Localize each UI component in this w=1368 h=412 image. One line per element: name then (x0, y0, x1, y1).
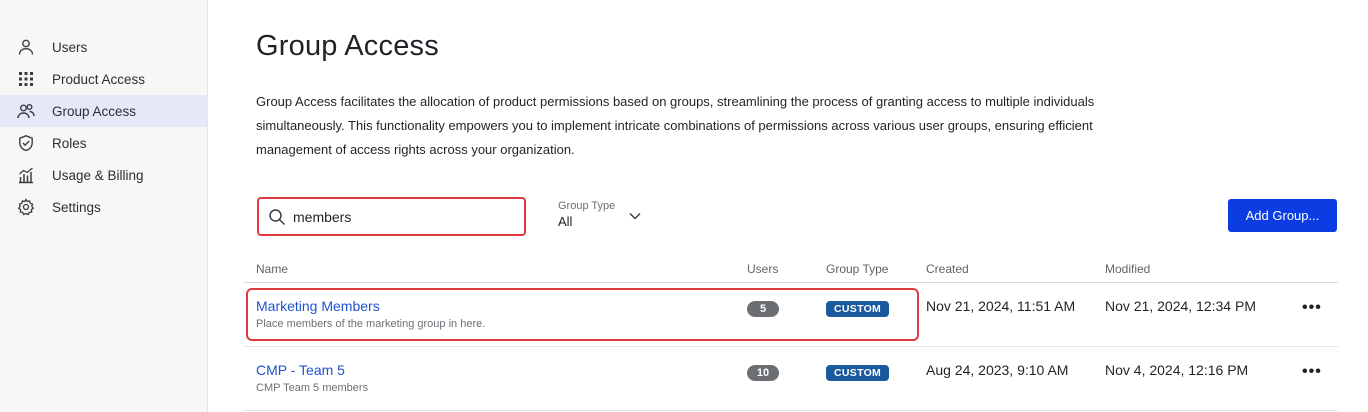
name-cell: CMP - Team 5 CMP Team 5 members (256, 362, 368, 394)
sidebar-item-label: Usage & Billing (52, 167, 144, 183)
sidebar-item-users[interactable]: Users (0, 31, 207, 63)
users-count-badge: 5 (747, 301, 779, 317)
created-date: Nov 21, 2024, 11:51 AM (926, 298, 1076, 314)
group-description: Place members of the marketing group in … (256, 318, 486, 330)
column-header-modified[interactable]: Modified (1105, 262, 1150, 276)
group-type-badge: CUSTOM (826, 301, 890, 317)
more-actions-button[interactable]: ••• (1302, 364, 1322, 380)
groups-table: Name Users Group Type Created Modified M… (244, 255, 1338, 411)
table-row[interactable]: CMP - Team 5 CMP Team 5 members 10 CUSTO… (244, 347, 1338, 411)
users-count-badge: 10 (747, 365, 779, 381)
main-content: Group Access Group Access facilitates th… (208, 0, 1368, 412)
modified-date: Nov 4, 2024, 12:16 PM (1105, 362, 1249, 378)
search-input[interactable] (293, 208, 513, 225)
created-date: Aug 24, 2023, 9:10 AM (926, 362, 1069, 378)
column-header-name[interactable]: Name (256, 262, 288, 276)
column-header-users[interactable]: Users (747, 262, 778, 276)
sidebar-item-settings[interactable]: Settings (0, 191, 207, 223)
sidebar-item-label: Settings (52, 199, 101, 215)
sidebar-item-label: Roles (52, 135, 87, 151)
grid-icon (17, 70, 35, 88)
sidebar-item-product-access[interactable]: Product Access (0, 63, 207, 95)
bar-chart-icon (17, 166, 35, 184)
chevron-down-icon (629, 212, 641, 220)
page-description: Group Access facilitates the allocation … (256, 94, 1095, 157)
users-icon (17, 102, 35, 120)
column-header-group-type[interactable]: Group Type (826, 262, 888, 276)
filter-label: Group Type (558, 200, 616, 212)
gear-icon (17, 198, 35, 216)
search-field[interactable] (257, 197, 526, 236)
filter-value: All (558, 214, 573, 229)
sidebar-item-usage-billing[interactable]: Usage & Billing (0, 159, 207, 191)
sidebar-item-label: Product Access (52, 71, 146, 87)
add-group-button[interactable]: Add Group... (1228, 199, 1337, 232)
group-description: CMP Team 5 members (256, 382, 369, 394)
search-icon (269, 208, 286, 225)
sidebar-item-roles[interactable]: Roles (0, 127, 207, 159)
user-icon (17, 38, 35, 56)
group-type-badge: CUSTOM (826, 365, 890, 381)
group-type-filter[interactable]: Group Type All (558, 200, 641, 229)
sidebar-item-label: Users (52, 39, 88, 55)
modified-date: Nov 21, 2024, 12:34 PM (1105, 298, 1256, 314)
sidebar: Users Product Access Group Access Roles … (0, 0, 208, 412)
sidebar-item-label: Group Access (52, 103, 137, 119)
name-cell: Marketing Members Place members of the m… (256, 298, 485, 330)
table-row[interactable]: Marketing Members Place members of the m… (244, 283, 1338, 347)
group-name-link[interactable]: Marketing Members (256, 298, 485, 314)
column-header-created[interactable]: Created (926, 262, 969, 276)
shield-icon (17, 134, 35, 152)
group-name-link[interactable]: CMP - Team 5 (256, 362, 368, 378)
sidebar-item-group-access[interactable]: Group Access (0, 95, 207, 127)
more-actions-button[interactable]: ••• (1302, 300, 1322, 316)
sidebar-nav: Users Product Access Group Access Roles … (0, 31, 207, 223)
page-title: Group Access (256, 30, 439, 62)
table-header: Name Users Group Type Created Modified (244, 255, 1338, 283)
